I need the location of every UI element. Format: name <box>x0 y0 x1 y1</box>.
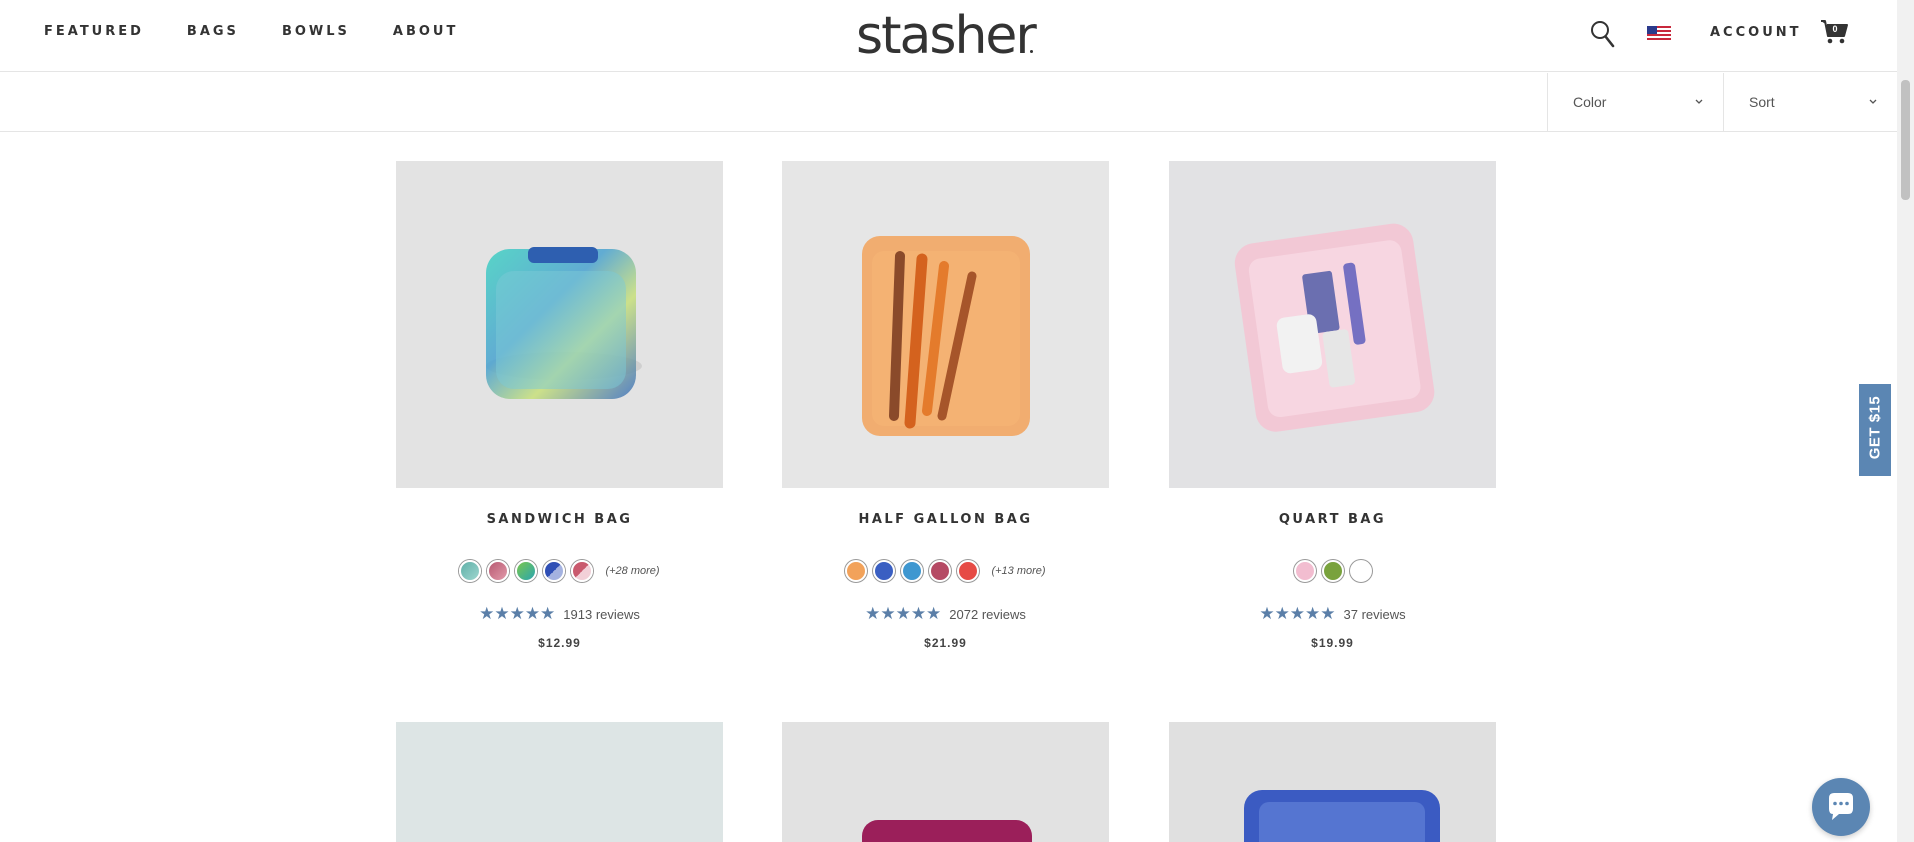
search-icon[interactable] <box>1590 20 1616 48</box>
nav-featured[interactable]: FEATURED <box>44 24 144 39</box>
color-swatch[interactable] <box>459 560 482 582</box>
promo-tab-label: GET $15 <box>1866 395 1884 460</box>
color-filter-dropdown[interactable]: Color <box>1547 73 1723 131</box>
blue-bag-photo <box>1244 790 1440 842</box>
color-swatches: (+28 more) <box>396 559 723 583</box>
color-swatch[interactable] <box>901 560 924 582</box>
chevron-down-icon <box>1869 99 1877 104</box>
color-swatch[interactable] <box>1293 560 1316 582</box>
account-link[interactable]: ACCOUNT <box>1710 25 1802 40</box>
color-swatch[interactable] <box>571 560 594 582</box>
color-swatch[interactable] <box>929 560 952 582</box>
review-count[interactable]: 1913 reviews <box>563 607 640 622</box>
logo-mark <box>1030 50 1033 53</box>
nav-bowls[interactable]: BOWLS <box>282 24 350 39</box>
product-image[interactable] <box>782 161 1109 488</box>
star-rating-icon: ★★★★★ <box>1259 604 1336 623</box>
star-rating-icon: ★★★★★ <box>479 604 556 623</box>
color-swatch[interactable] <box>957 560 980 582</box>
color-swatches <box>1169 559 1496 583</box>
sandwich-bag-photo <box>486 247 642 399</box>
chevron-down-icon <box>1695 99 1703 104</box>
color-swatch[interactable] <box>845 560 868 582</box>
color-swatches: (+13 more) <box>782 559 1109 583</box>
quart-bag-photo <box>1234 223 1435 432</box>
sort-dropdown[interactable]: Sort <box>1723 73 1897 131</box>
product-price: $19.99 <box>1311 636 1354 650</box>
stand-up-bag-photo <box>862 820 1032 842</box>
get-15-promo-tab[interactable]: GET $15 <box>1859 384 1891 476</box>
chat-button[interactable] <box>1812 778 1870 836</box>
review-count[interactable]: 2072 reviews <box>949 607 1026 622</box>
sort-label: Sort <box>1749 94 1775 110</box>
product-name[interactable]: SANDWICH BAG <box>396 512 723 527</box>
cart-count: 0 <box>1832 24 1838 34</box>
product-image[interactable] <box>1169 161 1496 488</box>
product-image[interactable] <box>782 722 1109 842</box>
product-rating: ★★★★★ 2072 reviews <box>782 604 1109 624</box>
product-card: QUART BAG ★★★★★ 37 reviews $19.99 <box>1169 161 1496 650</box>
site-header: FEATURED BAGS BOWLS ABOUT stasher ACCOUN… <box>0 0 1897 72</box>
star-rating-icon: ★★★★★ <box>865 604 942 623</box>
product-name[interactable]: HALF GALLON BAG <box>782 512 1109 527</box>
review-count[interactable]: 37 reviews <box>1344 607 1406 622</box>
product-image[interactable] <box>396 161 723 488</box>
more-colors-link[interactable]: (+13 more) <box>991 565 1045 577</box>
product-card: HALF GALLON BAG (+13 more) ★★★★★ 2072 re… <box>782 161 1109 650</box>
site-logo[interactable]: stasher <box>856 6 1037 66</box>
nav-about[interactable]: ABOUT <box>393 24 458 39</box>
color-swatch[interactable] <box>543 560 566 582</box>
color-swatch[interactable] <box>515 560 538 582</box>
product-price: $12.99 <box>538 636 581 650</box>
color-swatch[interactable] <box>1349 560 1372 582</box>
product-image[interactable] <box>396 722 723 842</box>
us-flag-icon[interactable] <box>1647 26 1671 41</box>
color-swatch[interactable] <box>873 560 896 582</box>
page-scrollbar[interactable] <box>1897 0 1914 842</box>
color-filter-label: Color <box>1573 94 1607 110</box>
color-swatch[interactable] <box>487 560 510 582</box>
product-image[interactable] <box>1169 722 1496 842</box>
nav-bags[interactable]: BAGS <box>187 24 239 39</box>
color-swatch[interactable] <box>1321 560 1344 582</box>
more-colors-link[interactable]: (+28 more) <box>605 565 659 577</box>
product-rating: ★★★★★ 1913 reviews <box>396 604 723 624</box>
chat-icon <box>1829 793 1853 820</box>
product-name[interactable]: QUART BAG <box>1169 512 1496 527</box>
scrollbar-thumb[interactable] <box>1901 80 1910 200</box>
main-nav: FEATURED BAGS BOWLS ABOUT <box>44 24 458 39</box>
product-rating: ★★★★★ 37 reviews <box>1169 604 1496 624</box>
filter-bar: Color Sort <box>0 73 1897 132</box>
product-card: SANDWICH BAG (+28 more) ★★★★★ 1913 revie… <box>396 161 723 650</box>
product-price: $21.99 <box>924 636 967 650</box>
half-gallon-bag-photo <box>862 236 1030 436</box>
